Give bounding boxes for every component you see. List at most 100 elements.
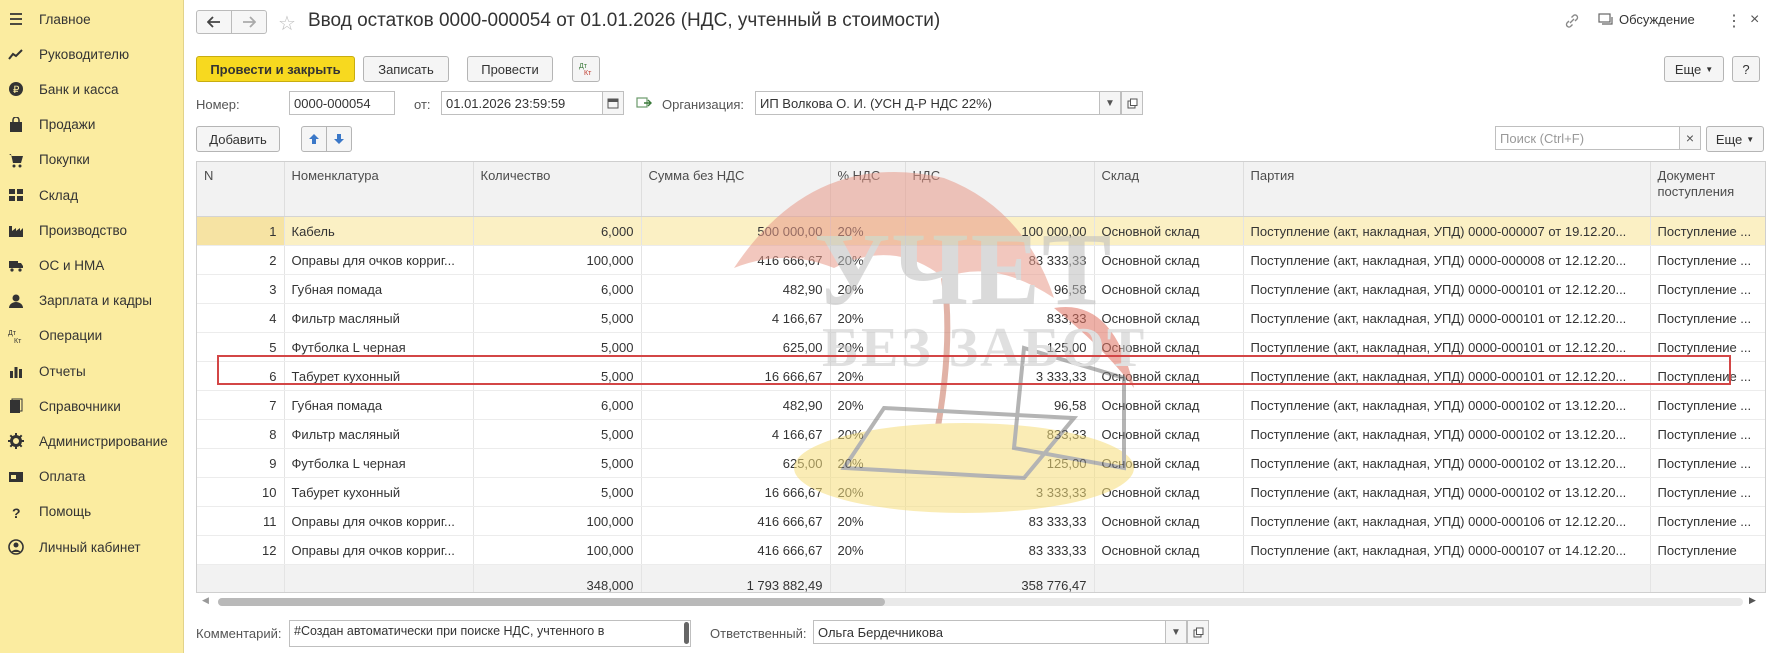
column-header[interactable]: Номенклатура (284, 162, 474, 217)
table-cell[interactable]: 5,000 (473, 477, 642, 507)
table-cell[interactable]: Основной склад (1094, 332, 1244, 362)
table-cell[interactable]: Поступление ... (1650, 216, 1765, 246)
table-cell[interactable]: Поступление ... (1650, 390, 1765, 420)
table-cell[interactable]: Поступление ... (1650, 361, 1765, 391)
sidebar-item[interactable]: Справочники (0, 391, 184, 421)
table-cell[interactable]: 5 (197, 332, 285, 362)
search-clear-button[interactable]: × (1679, 126, 1701, 150)
sidebar-item[interactable]: ? Помощь (0, 497, 184, 527)
number-field[interactable]: 0000-000054 (289, 91, 395, 115)
table-row[interactable]: 5 Футболка L черная 5,000 625,00 20% 125,00 Ос… (197, 332, 1765, 362)
table-cell[interactable]: 100,000 (473, 245, 642, 275)
scroll-left-icon[interactable]: ◀ (202, 595, 209, 606)
table-cell[interactable]: Поступление (акт, накладная, УПД) 0000-0… (1243, 245, 1651, 275)
table-row[interactable]: 11 Оправы для очков корриг... 100,000 416 6… (197, 506, 1765, 536)
dt-kt-button[interactable]: Дт Кт (572, 56, 600, 82)
table-cell[interactable]: 10 (197, 477, 285, 507)
table-cell[interactable]: 482,90 (641, 390, 831, 420)
table-cell[interactable]: Фильтр масляный (284, 419, 474, 449)
table-cell[interactable]: 20% (830, 535, 906, 565)
table-cell[interactable]: 482,90 (641, 274, 831, 304)
table-cell[interactable]: 5,000 (473, 419, 642, 449)
table-cell[interactable]: 20% (830, 303, 906, 333)
table-cell[interactable]: 100 000,00 (905, 216, 1095, 246)
table-cell[interactable]: Основной склад (1094, 419, 1244, 449)
table-cell[interactable]: 96,58 (905, 390, 1095, 420)
table-cell[interactable]: Губная помада (284, 390, 474, 420)
table-cell[interactable]: 625,00 (641, 448, 831, 478)
save-button[interactable]: Записать (363, 56, 449, 82)
forward-button[interactable] (231, 10, 267, 34)
responsible-open-icon[interactable] (1187, 620, 1209, 644)
table-cell[interactable]: 83 333,33 (905, 506, 1095, 536)
table-cell[interactable]: 6,000 (473, 274, 642, 304)
table-cell[interactable]: Футболка L черная (284, 332, 474, 362)
table-cell[interactable]: Поступление ... (1650, 506, 1765, 536)
table-cell[interactable]: 4 (197, 303, 285, 333)
sidebar-item[interactable]: Руководителю (0, 39, 184, 69)
table-cell[interactable]: Поступление ... (1650, 477, 1765, 507)
table-cell[interactable]: 416 666,67 (641, 506, 831, 536)
table-cell[interactable]: 20% (830, 506, 906, 536)
sidebar-item[interactable]: Главное (0, 4, 184, 34)
sidebar-item[interactable]: Продажи (0, 110, 184, 140)
column-header[interactable]: Партия (1243, 162, 1651, 217)
table-row[interactable]: 2 Оправы для очков корриг... 100,000 416 66… (197, 245, 1765, 275)
comment-scrollbar[interactable] (684, 622, 689, 644)
responsible-dropdown-icon[interactable]: ▼ (1165, 620, 1187, 644)
table-cell[interactable]: Поступление (акт, накладная, УПД) 0000-0… (1243, 477, 1651, 507)
table-cell[interactable]: Поступление (акт, накладная, УПД) 0000-0… (1243, 216, 1651, 246)
table-cell[interactable]: Основной склад (1094, 303, 1244, 333)
table-cell[interactable]: 20% (830, 419, 906, 449)
table-cell[interactable]: 20% (830, 332, 906, 362)
sidebar-item[interactable]: Личный кабинет (0, 532, 184, 562)
table-cell[interactable]: 3 (197, 274, 285, 304)
table-cell[interactable]: 416 666,67 (641, 535, 831, 565)
table-cell[interactable]: 20% (830, 477, 906, 507)
sidebar-item[interactable]: Зарплата и кадры (0, 286, 184, 316)
column-header[interactable]: Документ поступления (1650, 162, 1765, 217)
table-cell[interactable]: Табурет кухонный (284, 361, 474, 391)
add-row-button[interactable]: Добавить (196, 126, 280, 152)
post-button[interactable]: Провести (467, 56, 553, 82)
calendar-icon[interactable] (602, 91, 624, 115)
table-cell[interactable]: 20% (830, 448, 906, 478)
table-cell[interactable]: 83 333,33 (905, 245, 1095, 275)
move-up-button[interactable] (301, 126, 327, 152)
table-cell[interactable]: Основной склад (1094, 448, 1244, 478)
table-cell[interactable]: Поступление (акт, накладная, УПД) 0000-0… (1243, 332, 1651, 362)
search-input[interactable]: Поиск (Ctrl+F) (1495, 126, 1680, 150)
more-button[interactable]: Еще ▼ (1664, 56, 1724, 82)
table-cell[interactable]: 4 166,67 (641, 419, 831, 449)
table-cell[interactable]: Поступление (акт, накладная, УПД) 0000-0… (1243, 535, 1651, 565)
table-cell[interactable]: 1 (197, 216, 285, 246)
table-cell[interactable]: 625,00 (641, 332, 831, 362)
column-header[interactable]: N (197, 162, 285, 217)
table-cell[interactable]: 3 333,33 (905, 361, 1095, 391)
table-cell[interactable]: 5,000 (473, 332, 642, 362)
more-vertical-icon[interactable]: ⋮ (1726, 11, 1742, 31)
table-cell[interactable]: 125,00 (905, 332, 1095, 362)
table-cell[interactable]: Футболка L черная (284, 448, 474, 478)
table-cell[interactable]: Основной склад (1094, 216, 1244, 246)
table-cell[interactable]: 6 (197, 361, 285, 391)
table-cell[interactable]: 5,000 (473, 303, 642, 333)
table-row[interactable]: 12 Оправы для очков корриг... 100,000 416 6… (197, 535, 1765, 565)
column-header[interactable]: Сумма без НДС (641, 162, 831, 217)
responsible-field[interactable]: Ольга Бердечникова (813, 620, 1166, 644)
table-cell[interactable]: Поступление (акт, накладная, УПД) 0000-0… (1243, 303, 1651, 333)
table-cell[interactable]: Поступление (акт, накладная, УПД) 0000-0… (1243, 361, 1651, 391)
table-row[interactable]: 6 Табурет кухонный 5,000 16 666,67 20% 3 333,… (197, 361, 1765, 391)
sidebar-item[interactable]: Склад (0, 180, 184, 210)
table-cell[interactable]: 6,000 (473, 216, 642, 246)
column-header[interactable]: Количество (473, 162, 642, 217)
table-cell[interactable]: Основной склад (1094, 390, 1244, 420)
table-row[interactable]: 3 Губная помада 6,000 482,90 20% 96,58 Основно… (197, 274, 1765, 304)
table-cell[interactable]: Оправы для очков корриг... (284, 245, 474, 275)
table-cell[interactable]: Поступление (акт, накладная, УПД) 0000-0… (1243, 390, 1651, 420)
table-cell[interactable]: 8 (197, 419, 285, 449)
link-icon[interactable] (1564, 13, 1580, 32)
sidebar-item[interactable]: Покупки (0, 145, 184, 175)
table-cell[interactable]: 3 333,33 (905, 477, 1095, 507)
table-row[interactable]: 9 Футболка L черная 5,000 625,00 20% 125,00 Ос… (197, 448, 1765, 478)
